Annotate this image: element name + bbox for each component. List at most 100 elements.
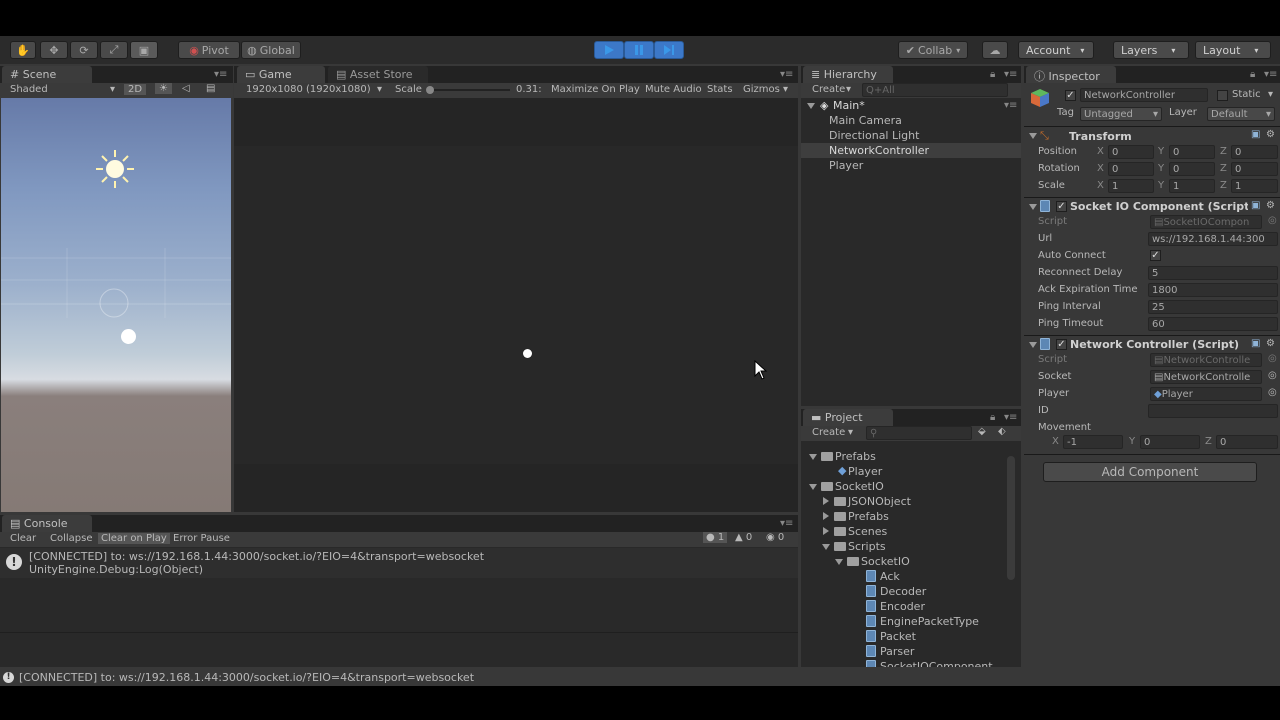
axis-label[interactable]: Y [1158, 146, 1164, 157]
position-x-input[interactable]: 0 [1108, 145, 1154, 159]
help-book-icon[interactable]: ▣ [1251, 129, 1260, 140]
fold-open-icon[interactable] [1029, 133, 1037, 139]
fold-open-icon[interactable] [809, 454, 817, 460]
movement-z-input[interactable]: 0 [1216, 435, 1278, 449]
socket-object-field[interactable]: ▤NetworkControlle [1150, 370, 1262, 384]
hierarchy-create-dropdown[interactable]: Create [812, 84, 845, 95]
scene-viewport[interactable] [1, 98, 231, 512]
player-sphere[interactable] [121, 329, 136, 344]
status-bar[interactable]: ! [CONNECTED] to: ws://192.168.1.44:3000… [0, 670, 1280, 686]
panel-menu-icon[interactable]: ▾≡ [1004, 412, 1017, 423]
panel-menu-icon[interactable]: ▾≡ [214, 69, 227, 80]
layer-dropdown[interactable]: Default ▾ [1207, 107, 1275, 121]
scale-tool-button[interactable]: ⤢ [100, 41, 128, 59]
lighting-toggle-icon[interactable]: ☀ [155, 83, 172, 94]
tab-inspector[interactable]: ⓘ Inspector [1026, 66, 1116, 83]
project-item[interactable]: Decoder [801, 584, 1006, 599]
help-book-icon[interactable]: ▣ [1251, 338, 1260, 349]
position-z-input[interactable]: 0 [1231, 145, 1278, 159]
axis-label[interactable]: Z [1205, 436, 1212, 447]
fold-closed-icon[interactable] [823, 512, 829, 520]
panel-menu-icon[interactable]: ▾≡ [1004, 69, 1017, 80]
panel-menu-icon[interactable]: ▾≡ [780, 518, 793, 529]
project-item[interactable]: SocketIO [801, 479, 1006, 494]
axis-label[interactable]: Y [1158, 163, 1164, 174]
tab-project[interactable]: ▬ Project [803, 409, 893, 426]
ping-timeout-input[interactable]: 60 [1148, 317, 1278, 331]
position-y-input[interactable]: 0 [1169, 145, 1215, 159]
audio-toggle-icon[interactable]: ◁ [182, 83, 190, 94]
tab-console[interactable]: ▤ Console [2, 515, 92, 532]
project-item[interactable]: ◆ Player [801, 464, 1006, 479]
mute-audio-toggle[interactable]: Mute Audio [645, 84, 702, 95]
scale-x-input[interactable]: 1 [1108, 179, 1154, 193]
scene-menu-icon[interactable]: ▾≡ [1004, 100, 1017, 111]
active-checkbox[interactable]: ✓ [1065, 90, 1076, 101]
console-log-entry[interactable]: ! [CONNECTED] to: ws://192.168.1.44:3000… [0, 548, 798, 578]
hierarchy-item-player[interactable]: Player [829, 159, 863, 172]
filter-label-icon[interactable]: ⬖ [998, 426, 1006, 437]
player-object-field[interactable]: ◆Player [1150, 387, 1262, 401]
axis-label[interactable]: X [1097, 146, 1104, 157]
fold-closed-icon[interactable] [823, 527, 829, 535]
socketio-enabled-checkbox[interactable]: ✓ [1056, 201, 1067, 212]
panel-menu-icon[interactable]: ▾≡ [780, 69, 793, 80]
tab-game[interactable]: ▭ Game [237, 66, 325, 83]
id-input[interactable] [1148, 404, 1278, 418]
console-collapse-toggle[interactable]: Collapse [50, 533, 93, 544]
lock-icon[interactable]: 🔒︎ [990, 69, 995, 80]
axis-label[interactable]: Y [1158, 180, 1164, 191]
hierarchy-item-network-controller[interactable]: NetworkController [829, 144, 929, 157]
directional-light-icon[interactable] [94, 148, 136, 190]
cloud-button[interactable]: ☁ [982, 41, 1008, 59]
error-pause-toggle[interactable]: Error Pause [173, 533, 230, 544]
project-item[interactable]: EnginePacketType [801, 614, 1006, 629]
axis-label[interactable]: Z [1220, 180, 1227, 191]
rect-tool-button[interactable]: ▣ [130, 41, 158, 59]
hand-tool-button[interactable]: ✋ [10, 41, 36, 59]
movement-x-input[interactable]: -1 [1063, 435, 1123, 449]
project-item[interactable]: Packet [801, 629, 1006, 644]
fold-open-icon[interactable] [835, 559, 843, 565]
netctrl-enabled-checkbox[interactable]: ✓ [1056, 339, 1067, 350]
network-controller-header[interactable]: Network Controller (Script) [1070, 338, 1248, 351]
object-name-input[interactable]: NetworkController [1080, 88, 1208, 102]
axis-label[interactable]: Y [1129, 436, 1135, 447]
axis-label[interactable]: X [1052, 436, 1059, 447]
gear-icon[interactable]: ⚙ [1266, 200, 1275, 211]
project-item[interactable]: Ack [801, 569, 1006, 584]
account-dropdown[interactable]: Account ▾ [1018, 41, 1094, 59]
object-picker-icon[interactable]: ◎ [1268, 370, 1277, 381]
auto-connect-checkbox[interactable]: ✓ [1150, 250, 1161, 261]
axis-label[interactable]: X [1097, 163, 1104, 174]
scene-root-item[interactable]: Main* [833, 99, 865, 112]
socketio-component-header[interactable]: Socket IO Component (Script [1070, 200, 1248, 213]
scale-slider[interactable] [426, 89, 510, 91]
shading-mode-dropdown[interactable]: Shaded [10, 84, 48, 95]
rotation-z-input[interactable]: 0 [1231, 162, 1278, 176]
project-item[interactable]: JSONObject [801, 494, 1006, 509]
project-item[interactable]: SocketIO [801, 554, 1006, 569]
fold-open-icon[interactable] [1029, 342, 1037, 348]
global-button[interactable]: ◍ Global [241, 41, 301, 59]
panel-menu-icon[interactable]: ▾≡ [1264, 69, 1277, 80]
effects-toggle-icon[interactable]: ▤ [206, 83, 215, 94]
fold-open-icon[interactable] [822, 544, 830, 550]
project-create-dropdown[interactable]: Create [812, 427, 845, 438]
move-tool-button[interactable]: ✥ [40, 41, 68, 59]
2d-toggle[interactable]: 2D [124, 84, 147, 95]
error-filter-toggle[interactable]: ◉ 0 [766, 532, 784, 543]
static-checkbox[interactable] [1217, 90, 1228, 101]
project-item[interactable]: Encoder [801, 599, 1006, 614]
add-component-button[interactable]: Add Component [1043, 462, 1257, 482]
reconnect-delay-input[interactable]: 5 [1148, 266, 1278, 280]
ping-interval-input[interactable]: 25 [1148, 300, 1278, 314]
help-book-icon[interactable]: ▣ [1251, 200, 1260, 211]
gear-icon[interactable]: ⚙ [1266, 338, 1275, 349]
project-item[interactable]: Scripts [801, 539, 1006, 554]
maximize-on-play-toggle[interactable]: Maximize On Play [551, 84, 640, 95]
fold-open-icon[interactable] [1029, 204, 1037, 210]
rotation-y-input[interactable]: 0 [1169, 162, 1215, 176]
clear-on-play-toggle[interactable]: Clear on Play [98, 533, 170, 544]
project-search-input[interactable]: ⚲ [866, 426, 972, 440]
